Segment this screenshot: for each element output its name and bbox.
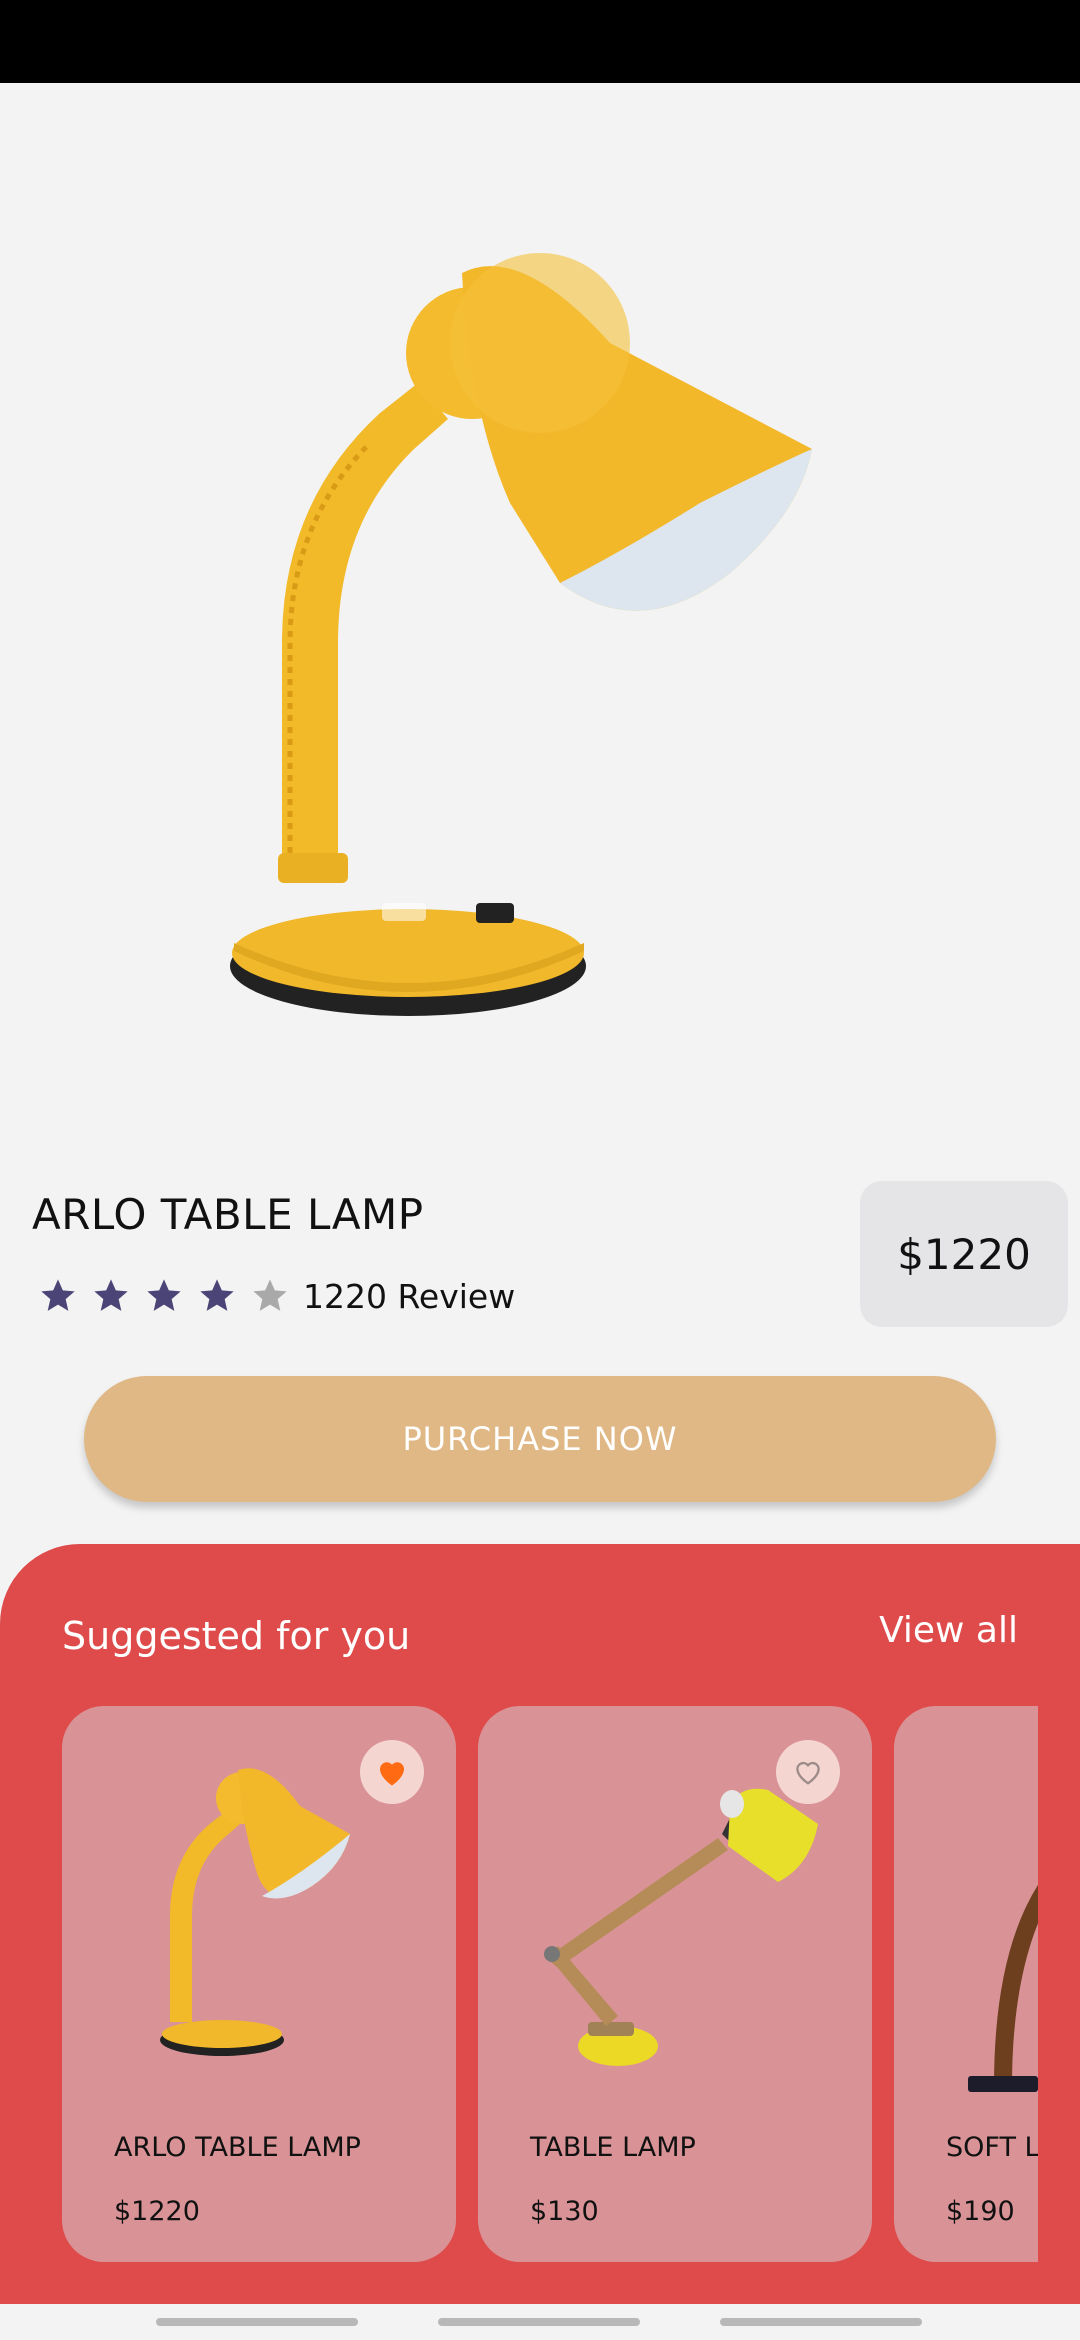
heart-filled-icon — [380, 1762, 404, 1786]
price-badge: $1220 — [860, 1181, 1068, 1327]
yellow-desk-lamp-image — [230, 253, 812, 1016]
product-card-price: $190 — [946, 2196, 1015, 2227]
product-image — [0, 83, 1080, 1163]
purchase-now-label: PURCHASE NOW — [402, 1420, 678, 1458]
product-card-price: $130 — [530, 2196, 599, 2227]
purchase-now-button[interactable]: PURCHASE NOW — [84, 1376, 996, 1502]
nav-handle — [720, 2318, 922, 2326]
product-card-name: TABLE LAMP — [530, 2132, 696, 2163]
navigation-bar — [0, 2304, 1080, 2340]
product-card-name: SOFT L — [946, 2132, 1038, 2163]
suggested-title: Suggested for you — [62, 1614, 411, 1658]
nav-handle — [438, 2318, 640, 2326]
product-rating: 1220 Review — [38, 1272, 515, 1320]
heart-outline-icon — [796, 1761, 820, 1785]
product-price: $1220 — [897, 1229, 1031, 1279]
product-card[interactable]: SOFT L $190 — [894, 1706, 1038, 2262]
suggested-section: Suggested for you View all ARLO TABLE LA… — [0, 1544, 1080, 2304]
wooden-lamp-thumbnail — [968, 1884, 1038, 2092]
favorite-button[interactable] — [360, 1740, 424, 1804]
status-bar — [0, 0, 1080, 83]
product-card-name: ARLO TABLE LAMP — [114, 2132, 361, 2163]
star-filled-icon — [200, 1279, 234, 1311]
view-all-link[interactable]: View all — [879, 1610, 1018, 1651]
star-filled-icon — [147, 1279, 181, 1311]
nav-handle — [156, 2318, 358, 2326]
review-count: 1220 Review — [303, 1276, 516, 1316]
favorite-button[interactable] — [776, 1740, 840, 1804]
star-filled-icon — [94, 1279, 128, 1311]
suggested-carousel[interactable]: ARLO TABLE LAMP $1220 TABLE LAMP $130 SO… — [62, 1706, 1038, 2262]
star-empty-icon — [253, 1279, 287, 1311]
product-title: ARLO TABLE LAMP — [32, 1190, 424, 1239]
product-card-price: $1220 — [114, 2196, 200, 2227]
star-filled-icon — [41, 1279, 75, 1311]
product-card[interactable]: TABLE LAMP $130 — [478, 1706, 872, 2262]
product-card[interactable]: ARLO TABLE LAMP $1220 — [62, 1706, 456, 2262]
